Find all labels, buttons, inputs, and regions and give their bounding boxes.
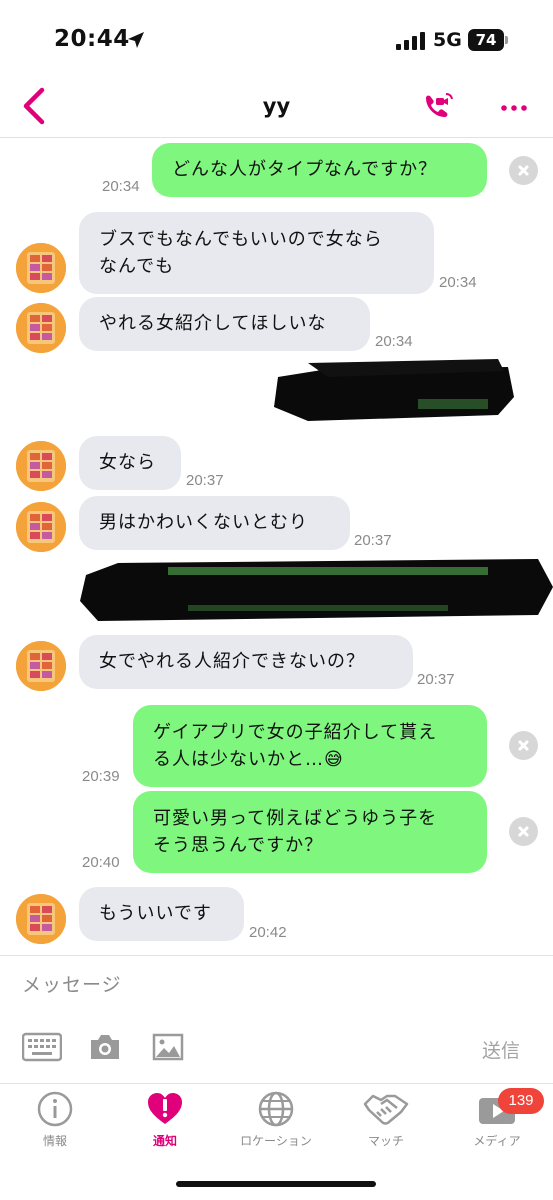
incoming-message[interactable]: 男はかわいくないとむり <box>79 496 350 550</box>
avatar[interactable] <box>16 303 66 353</box>
avatar-image-icon <box>16 441 66 491</box>
redacted-message <box>268 357 518 425</box>
heart-alert-icon <box>148 1093 182 1124</box>
send-button[interactable]: 送信 <box>482 1036 520 1063</box>
message-time: 20:34 <box>102 178 140 195</box>
message-time: 20:34 <box>439 274 477 291</box>
incoming-message[interactable]: やれる女紹介してほしいな <box>79 297 370 351</box>
avatar-image-icon <box>16 243 66 293</box>
redacted-message <box>78 557 553 623</box>
video-call-icon[interactable] <box>420 92 456 124</box>
chat-header: yy <box>0 80 553 138</box>
outgoing-message[interactable]: どんな人がタイプなんですか？ <box>152 143 487 197</box>
message-time: 20:37 <box>354 532 392 549</box>
signal-icon <box>396 32 425 50</box>
message-time: 20:40 <box>82 854 120 871</box>
message-time: 20:34 <box>375 333 413 350</box>
status-time: 20:44 <box>54 26 130 52</box>
battery-icon: 74 <box>468 29 508 51</box>
tab-match[interactable]: マッチ <box>331 1090 441 1149</box>
status-bar: 20:44 5G 74 <box>0 0 553 80</box>
more-options-icon[interactable] <box>496 92 532 124</box>
message-time: 20:37 <box>417 671 455 688</box>
delete-message-icon[interactable] <box>509 731 538 760</box>
tab-info[interactable]: 情報 <box>0 1090 110 1149</box>
incoming-message[interactable]: もういいです <box>79 887 244 941</box>
message-time: 20:37 <box>186 472 224 489</box>
incoming-message[interactable]: ブスでもなんでもいいので女なら なんでも <box>79 212 434 294</box>
network-label: 5G <box>433 29 462 51</box>
tab-label: メディア <box>473 1134 521 1148</box>
delete-message-icon[interactable] <box>509 817 538 846</box>
globe-icon <box>258 1091 294 1127</box>
outgoing-message[interactable]: ゲイアプリで女の子紹介して貰え る人は少ないかと…😅 <box>133 705 487 787</box>
media-badge: 139 <box>498 1088 544 1114</box>
home-indicator <box>176 1181 376 1187</box>
message-list[interactable]: どんな人がタイプなんですか？ 20:34 ブスでもなんでもいいので女なら なんで… <box>0 139 553 955</box>
tab-label: 情報 <box>42 1134 67 1148</box>
tab-label: ロケーション <box>240 1134 312 1148</box>
incoming-message[interactable]: 女なら <box>79 436 181 490</box>
message-time: 20:39 <box>82 768 120 785</box>
avatar-image-icon <box>16 303 66 353</box>
avatar[interactable] <box>16 641 66 691</box>
chat-title: yy <box>262 94 291 118</box>
tab-label: マッチ <box>367 1134 404 1148</box>
tab-location[interactable]: ロケーション <box>221 1090 331 1149</box>
tab-notifications[interactable]: 通知 <box>110 1090 220 1149</box>
handshake-icon <box>363 1094 409 1125</box>
avatar[interactable] <box>16 894 66 944</box>
info-icon <box>37 1091 73 1127</box>
location-arrow-icon <box>128 32 144 48</box>
message-composer: メッセージ 送信 <box>0 955 553 1083</box>
tab-label: 通知 <box>152 1134 177 1148</box>
avatar-image-icon <box>16 641 66 691</box>
message-input[interactable]: メッセージ <box>22 970 122 997</box>
delete-message-icon[interactable] <box>509 156 538 185</box>
battery-level: 74 <box>468 29 504 51</box>
avatar[interactable] <box>16 441 66 491</box>
image-icon[interactable] <box>152 1030 184 1064</box>
avatar-image-icon <box>16 502 66 552</box>
message-time: 20:42 <box>249 924 287 941</box>
avatar-image-icon <box>16 894 66 944</box>
camera-icon[interactable] <box>88 1030 122 1064</box>
avatar[interactable] <box>16 243 66 293</box>
incoming-message[interactable]: 女でやれる人紹介できないの？ <box>79 635 413 689</box>
avatar[interactable] <box>16 502 66 552</box>
keyboard-icon[interactable] <box>22 1030 62 1064</box>
outgoing-message[interactable]: 可愛い男って例えばどうゆう子を そう思うんですか？ <box>133 791 487 873</box>
